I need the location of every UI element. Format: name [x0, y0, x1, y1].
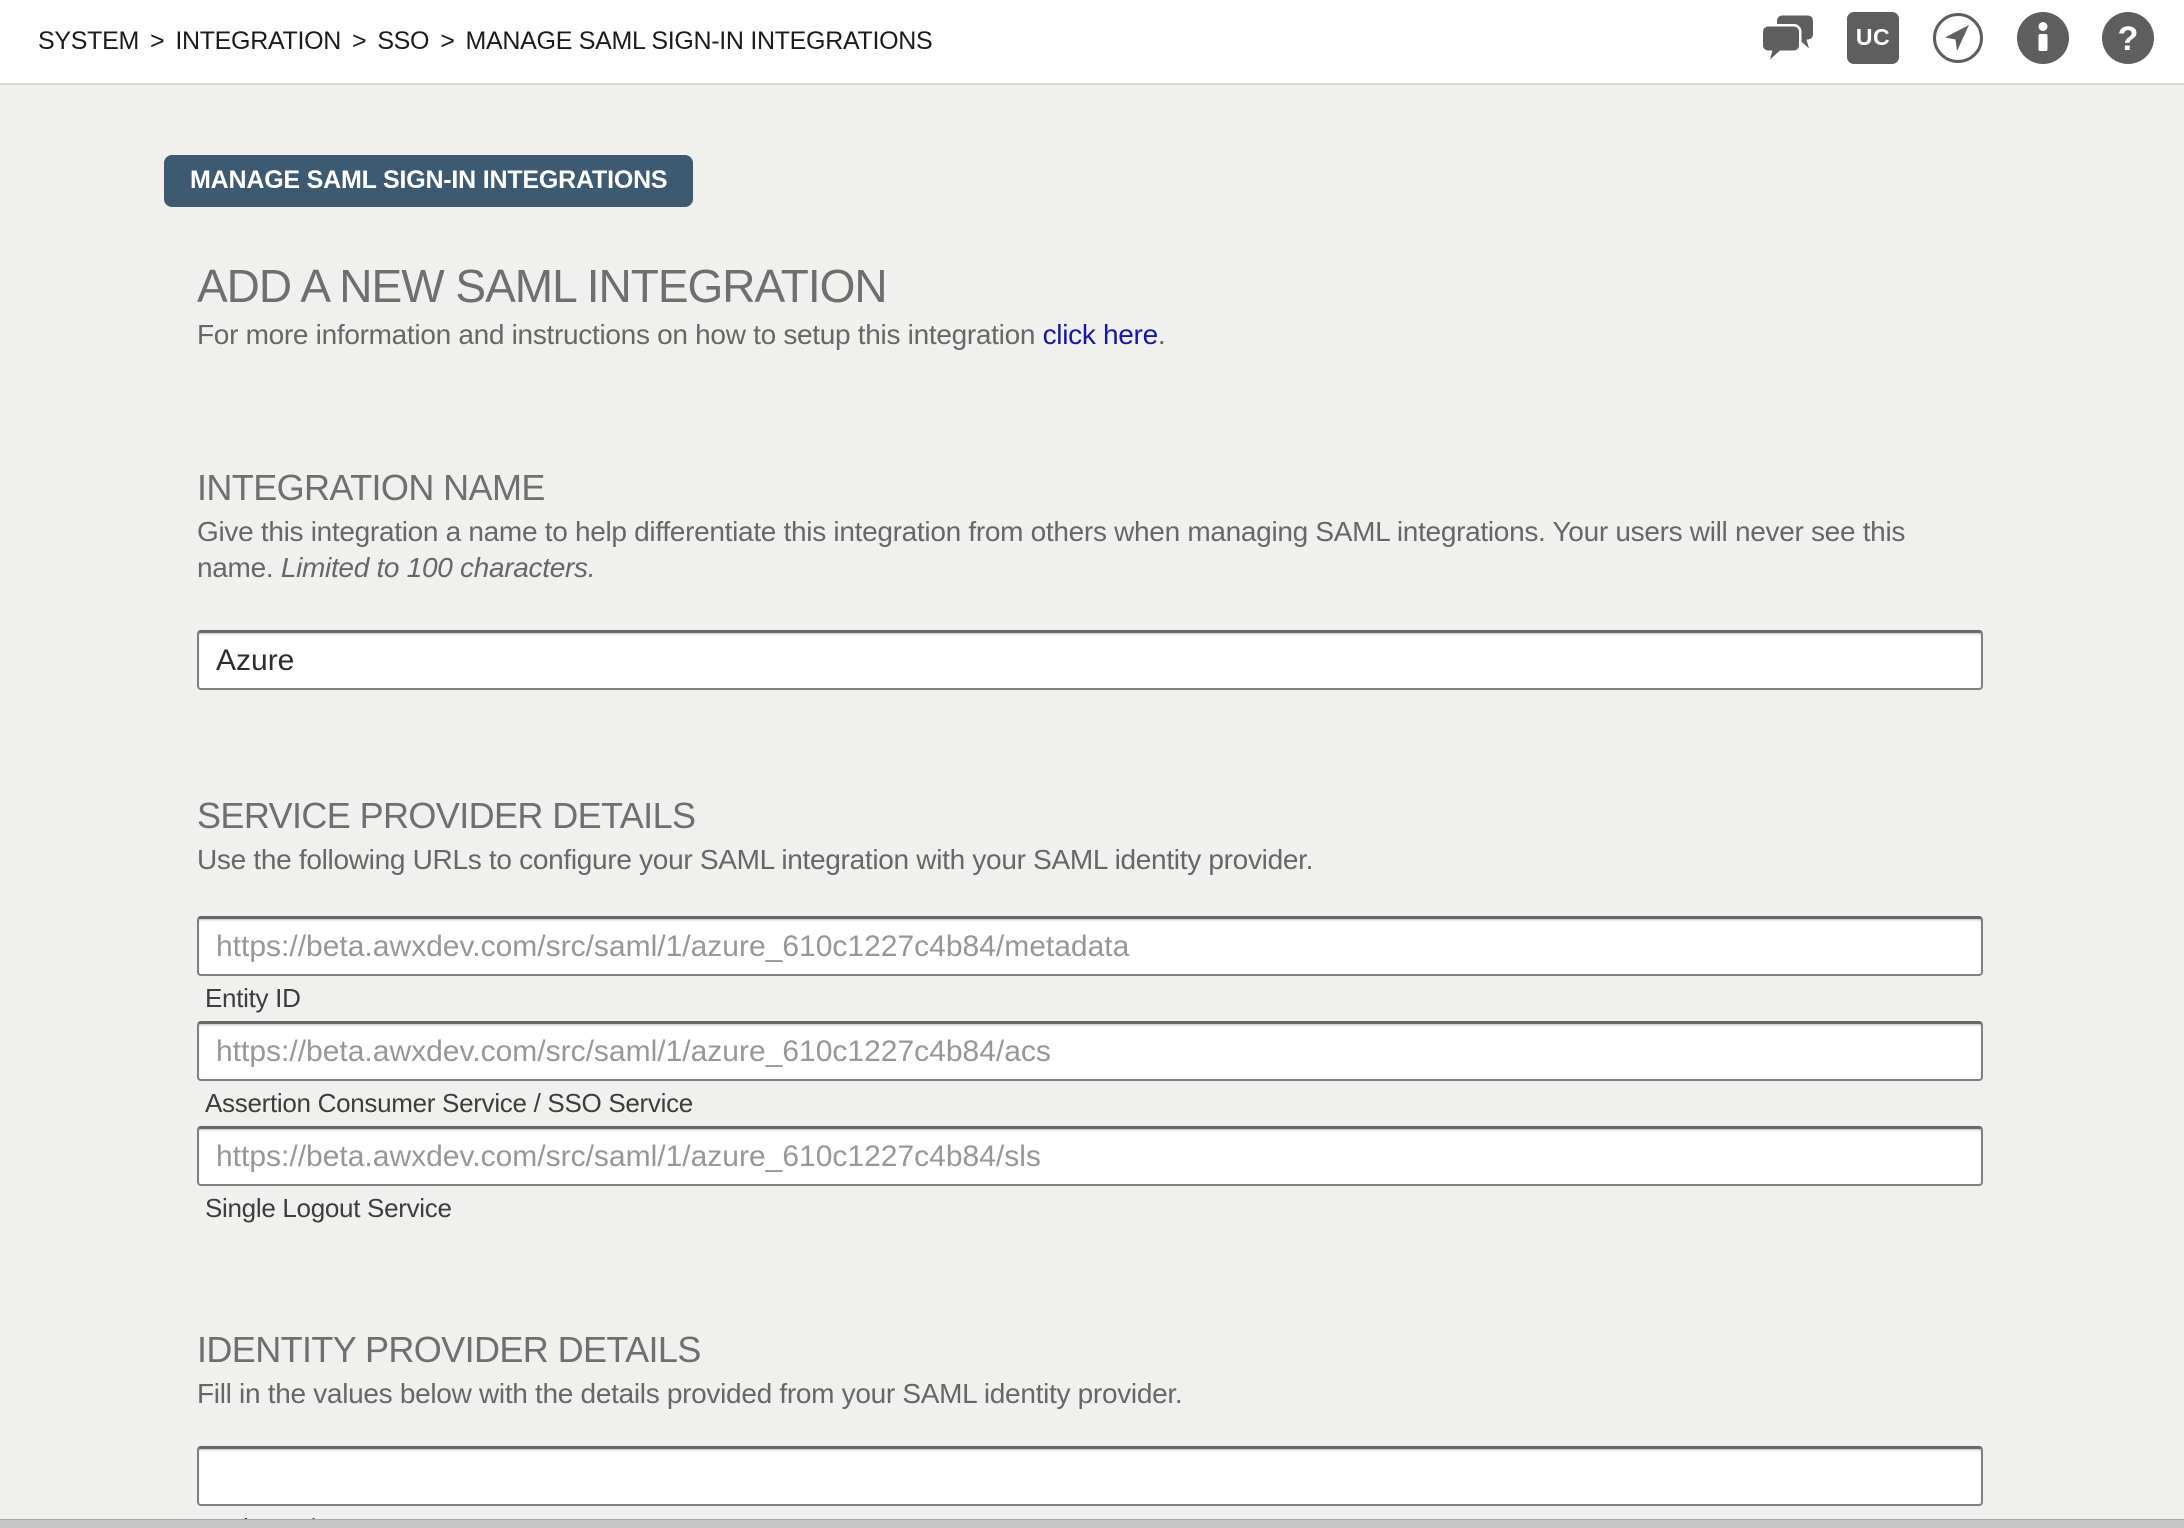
intro-text-body: For more information and instructions on… [197, 319, 1043, 350]
intro-text-suffix: . [1158, 319, 1165, 350]
identity-provider-section: IDENTITY PROVIDER DETAILS Fill in the va… [197, 1328, 1977, 1528]
main-content: MANAGE SAML SIGN-IN INTEGRATIONS ADD A N… [0, 87, 2184, 1528]
integration-name-heading: INTEGRATION NAME [197, 466, 1977, 510]
service-provider-section: SERVICE PROVIDER DETAILS Use the followi… [197, 794, 1977, 1223]
assertion-consumer-service-label: Assertion Consumer Service / SSO Service [197, 1088, 1977, 1118]
info-icon[interactable] [2017, 12, 2069, 64]
horizontal-scrollbar[interactable] [0, 1519, 2184, 1528]
single-logout-service-input[interactable] [197, 1126, 1983, 1186]
navigation-arrow-icon[interactable] [1932, 12, 1984, 64]
breadcrumb-manage-saml[interactable]: MANAGE SAML SIGN-IN INTEGRATIONS [466, 27, 933, 56]
breadcrumb-integration[interactable]: INTEGRATION [175, 27, 341, 56]
integration-name-section: INTEGRATION NAME Give this integration a… [197, 466, 1977, 690]
identity-provider-description: Fill in the values below with the detail… [197, 1376, 1917, 1412]
idp-entity-id-field-group: Entity ID / Issuer URL [197, 1446, 1977, 1528]
idp-entity-id-input[interactable] [197, 1446, 1983, 1506]
breadcrumb-sso[interactable]: SSO [377, 27, 429, 56]
service-provider-heading: SERVICE PROVIDER DETAILS [197, 794, 1977, 838]
manage-saml-integrations-button[interactable]: MANAGE SAML SIGN-IN INTEGRATIONS [164, 155, 693, 207]
breadcrumb-separator: > [440, 27, 454, 56]
entity-id-label: Entity ID [197, 983, 1977, 1013]
entity-id-input[interactable] [197, 916, 1983, 976]
entity-id-field-group: Entity ID [197, 916, 1977, 1013]
breadcrumb-system[interactable]: SYSTEM [38, 27, 139, 56]
breadcrumb-separator: > [150, 27, 164, 56]
header-icon-bar: UC ? [1762, 12, 2154, 64]
integration-name-description: Give this integration a name to help dif… [197, 514, 1917, 586]
integration-name-input[interactable] [197, 630, 1983, 690]
help-icon[interactable]: ? [2102, 12, 2154, 64]
top-header: SYSTEM > INTEGRATION > SSO > MANAGE SAML… [0, 0, 2184, 85]
breadcrumb-separator: > [352, 27, 366, 56]
identity-provider-heading: IDENTITY PROVIDER DETAILS [197, 1328, 1977, 1372]
sls-field-group: Single Logout Service [197, 1126, 1977, 1223]
intro-text: For more information and instructions on… [197, 317, 1977, 353]
service-provider-description: Use the following URLs to configure your… [197, 842, 1917, 878]
assertion-consumer-service-input[interactable] [197, 1021, 1983, 1081]
click-here-link[interactable]: click here [1043, 319, 1158, 350]
svg-text:?: ? [2118, 20, 2139, 58]
chat-bubbles-icon[interactable] [1762, 12, 1814, 64]
uc-badge[interactable]: UC [1847, 12, 1899, 64]
page-title: ADD A NEW SAML INTEGRATION [197, 259, 1977, 314]
acs-field-group: Assertion Consumer Service / SSO Service [197, 1021, 1977, 1118]
integration-name-limit-note: Limited to 100 characters. [281, 552, 595, 583]
breadcrumb: SYSTEM > INTEGRATION > SSO > MANAGE SAML… [38, 27, 932, 56]
single-logout-service-label: Single Logout Service [197, 1193, 1977, 1223]
